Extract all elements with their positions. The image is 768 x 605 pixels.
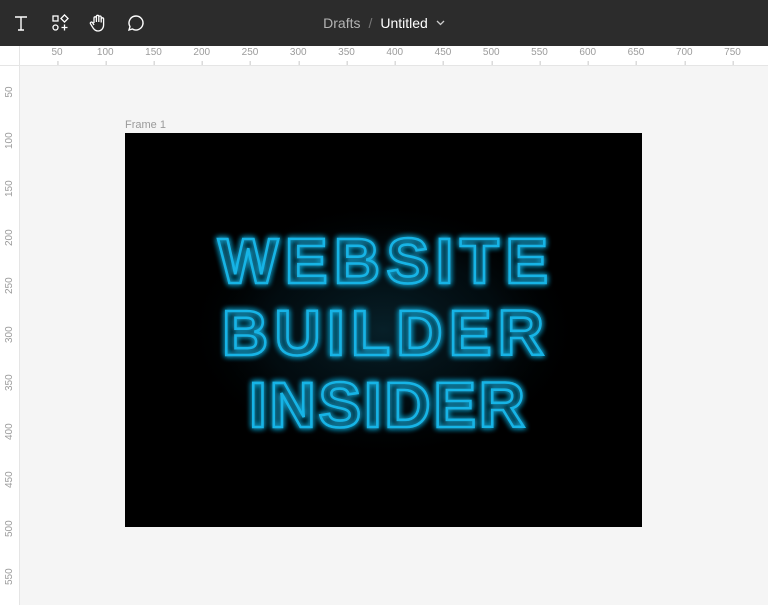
ruler-tick-label: 500 xyxy=(482,47,500,65)
chevron-down-icon[interactable] xyxy=(436,20,445,26)
vertical-ruler: 50 100 150 200 250 300 350 400 450 500 550 xyxy=(0,66,20,605)
text-tool-icon[interactable] xyxy=(5,7,37,39)
ruler-tick-label: 650 xyxy=(627,47,645,65)
file-title[interactable]: Untitled xyxy=(380,15,427,31)
ruler-tick-label: 400 xyxy=(386,47,404,65)
neon-text-artwork: WEBSITE BUILDER INSIDER xyxy=(183,200,583,460)
ruler-tick-label: 50 xyxy=(51,47,63,65)
ruler-tick-label: 150 xyxy=(145,47,162,65)
ruler-tick-label: 250 xyxy=(241,47,259,65)
ruler-tick-label: 450 xyxy=(434,47,452,65)
ruler-corner xyxy=(0,46,20,66)
breadcrumb: Drafts / Untitled xyxy=(0,0,768,46)
ruler-tick-label: 750 xyxy=(724,47,741,65)
ruler-tick-label: 600 xyxy=(579,47,597,65)
frame-label[interactable]: Frame 1 xyxy=(125,119,166,131)
ruler-tick-label: 300 xyxy=(289,47,307,65)
ruler-tick-label: 550 xyxy=(4,568,15,585)
components-tool-icon[interactable] xyxy=(44,7,76,39)
frame-1[interactable]: WEBSITE BUILDER INSIDER xyxy=(125,133,642,527)
ruler-tick-label: 150 xyxy=(4,180,15,197)
breadcrumb-drafts[interactable]: Drafts xyxy=(323,15,360,31)
ruler-tick-label: 200 xyxy=(4,228,15,246)
comment-tool-icon[interactable] xyxy=(120,7,152,39)
ruler-tick-label: 550 xyxy=(531,47,548,65)
ruler-tick-label: 700 xyxy=(675,47,693,65)
ruler-tick-label: 450 xyxy=(4,471,15,488)
ruler-tick-label: 300 xyxy=(4,325,15,343)
breadcrumb-separator: / xyxy=(368,15,373,31)
ruler-tick-label: 350 xyxy=(4,374,15,391)
ruler-tick-label: 250 xyxy=(4,277,15,294)
ruler-tick-label: 500 xyxy=(4,519,15,537)
ruler-tick-label: 400 xyxy=(4,422,15,440)
ruler-tick-label: 100 xyxy=(96,47,114,65)
top-toolbar: Drafts / Untitled xyxy=(0,0,768,46)
hand-tool-icon[interactable] xyxy=(82,7,114,39)
neon-line-3: INSIDER xyxy=(249,369,525,441)
ruler-tick-label: 100 xyxy=(4,131,15,149)
ruler-tick-label: 350 xyxy=(338,47,355,65)
horizontal-ruler: 50 100 150 200 250 300 350 400 450 500 550 600 650 70… xyxy=(20,46,768,66)
ruler-tick-label: 200 xyxy=(193,47,211,65)
ruler-tick-label: 50 xyxy=(4,86,15,98)
